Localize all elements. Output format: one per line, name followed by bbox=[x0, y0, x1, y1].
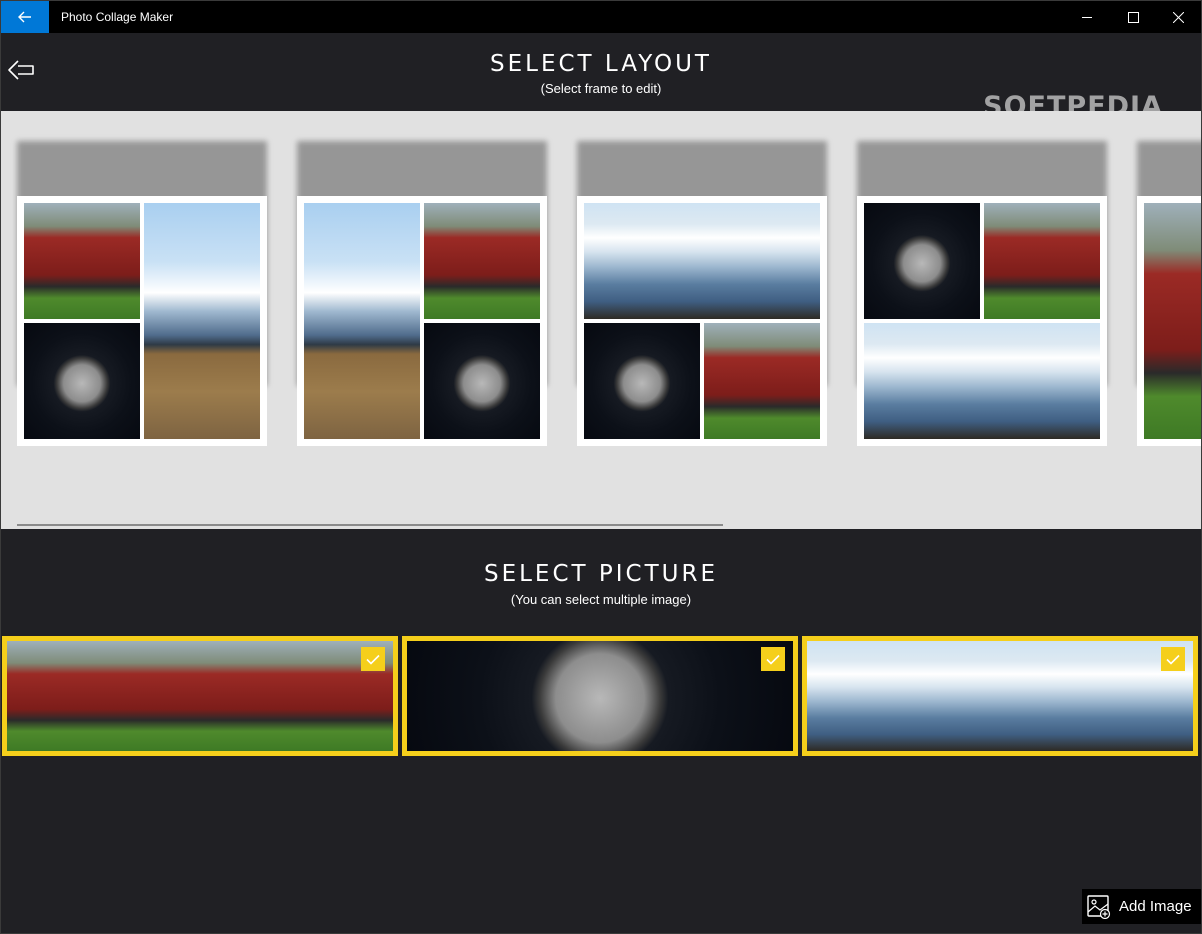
titlebar-back-button[interactable] bbox=[1, 1, 49, 33]
frame-cell-car[interactable] bbox=[704, 323, 820, 439]
arrow-left-icon bbox=[18, 11, 31, 23]
checkmark-icon bbox=[766, 654, 780, 665]
selected-check[interactable] bbox=[761, 647, 785, 671]
picture-thumb-moon[interactable] bbox=[402, 636, 798, 756]
frame-cell-moon[interactable] bbox=[864, 203, 980, 319]
picture-thumb-car[interactable] bbox=[2, 636, 398, 756]
frame-cell-mountain[interactable] bbox=[584, 203, 820, 319]
close-button[interactable] bbox=[1155, 1, 1201, 33]
frame-cell-moon[interactable] bbox=[424, 323, 540, 439]
add-image-label: Add Image bbox=[1119, 898, 1192, 915]
frame-cell-road[interactable] bbox=[304, 203, 420, 439]
frame-cell-car[interactable] bbox=[24, 203, 140, 319]
frame-cell-car[interactable] bbox=[984, 203, 1100, 319]
app-title: Photo Collage Maker bbox=[61, 10, 174, 24]
layout-strip[interactable] bbox=[1, 111, 1201, 529]
checkmark-icon bbox=[1166, 654, 1180, 665]
select-layout-title: SELECT LAYOUT bbox=[490, 51, 712, 77]
frame-cell-moon[interactable] bbox=[24, 323, 140, 439]
select-picture-title: SELECT PICTURE bbox=[483, 561, 718, 587]
layout-card-4[interactable] bbox=[857, 141, 1107, 446]
select-picture-subtitle: (You can select multiple image) bbox=[510, 592, 692, 607]
close-icon bbox=[1172, 11, 1184, 23]
layout-card-2[interactable] bbox=[297, 141, 547, 446]
maximize-button[interactable] bbox=[1110, 1, 1156, 33]
layout-frame[interactable] bbox=[17, 196, 267, 446]
selected-check[interactable] bbox=[361, 647, 385, 671]
layout-card-5[interactable] bbox=[1137, 141, 1201, 446]
frame-cell-mountain[interactable] bbox=[864, 323, 1100, 439]
layout-frame[interactable] bbox=[297, 196, 547, 446]
horizontal-scrollbar[interactable] bbox=[17, 524, 723, 526]
frame-cell-road[interactable] bbox=[144, 203, 260, 439]
layout-card-3[interactable] bbox=[577, 141, 827, 446]
checkmark-icon bbox=[366, 654, 380, 665]
select-picture-section: SELECT PICTURE (You can select multiple … bbox=[1, 529, 1201, 933]
picture-thumb-mountain[interactable] bbox=[802, 636, 1198, 756]
add-image-button[interactable]: Add Image bbox=[1082, 889, 1201, 924]
frame-cell-moon[interactable] bbox=[584, 323, 700, 439]
frame-cell-car[interactable] bbox=[1144, 203, 1201, 439]
title-bar: Photo Collage Maker bbox=[1, 1, 1201, 33]
app-window: Photo Collage Maker SELECT LAYOUT (Selec… bbox=[0, 0, 1202, 934]
selected-check[interactable] bbox=[1161, 647, 1185, 671]
minimize-button[interactable] bbox=[1064, 1, 1110, 33]
layout-frame[interactable] bbox=[577, 196, 827, 446]
layout-header: SELECT LAYOUT (Select frame to edit) SOF… bbox=[1, 33, 1201, 122]
layout-frame[interactable] bbox=[1137, 196, 1201, 446]
frame-cell-car[interactable] bbox=[424, 203, 540, 319]
maximize-icon bbox=[1127, 11, 1139, 23]
layout-frame[interactable] bbox=[857, 196, 1107, 446]
layout-card-1[interactable] bbox=[17, 141, 267, 446]
add-image-icon bbox=[1087, 894, 1111, 919]
minimize-icon bbox=[1081, 16, 1092, 18]
